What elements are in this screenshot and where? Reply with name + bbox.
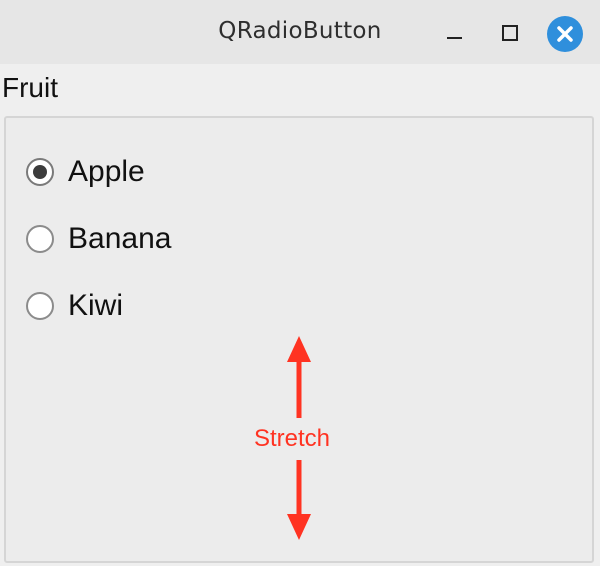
radio-option-kiwi[interactable]: Kiwi	[26, 286, 123, 326]
radio-option-banana[interactable]: Banana	[26, 219, 171, 259]
maximize-icon	[502, 25, 518, 41]
radio-option-apple[interactable]: Apple	[26, 152, 145, 192]
groupbox-title: Fruit	[2, 72, 58, 103]
stretch-arrow-down-icon	[287, 460, 311, 540]
radio-button[interactable]	[26, 225, 54, 253]
radio-button[interactable]	[26, 292, 54, 320]
close-button[interactable]	[547, 16, 583, 52]
app-window: QRadioButton Fruit Apple Banana Kiwi Str…	[0, 0, 600, 566]
stretch-arrow-up-icon	[287, 336, 311, 418]
maximize-button[interactable]	[496, 18, 526, 48]
minimize-button[interactable]	[440, 18, 470, 48]
close-icon	[547, 16, 583, 52]
stretch-label: Stretch	[254, 425, 331, 452]
radio-button-checked[interactable]	[26, 158, 54, 186]
radio-label: Kiwi	[68, 289, 124, 322]
radio-label: Apple	[68, 155, 145, 188]
title-bar[interactable]: QRadioButton	[0, 0, 600, 64]
minimize-icon	[447, 37, 462, 39]
radio-label: Banana	[68, 222, 172, 255]
